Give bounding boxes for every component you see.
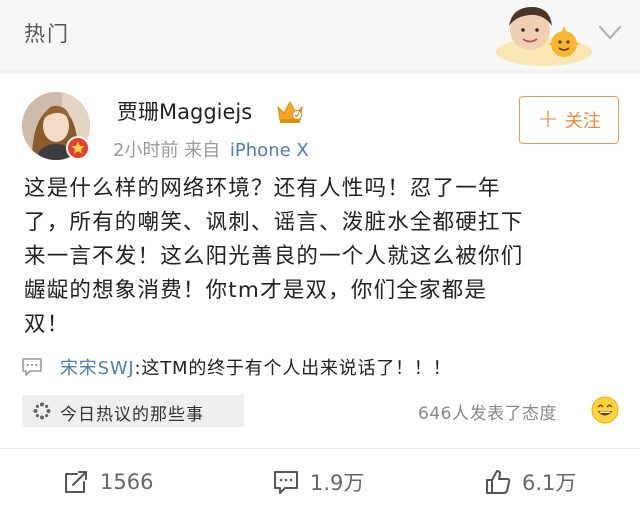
post-line: 龌龊的想象消费！你tm才是双，你们全家都是 (24, 278, 488, 303)
comment-text: 宋宋SWJ:这TM的终于有个人出来说话了！！！ (60, 354, 452, 380)
divider (0, 448, 640, 449)
grin-emoji-icon (591, 396, 619, 424)
repost-count: 1566 (100, 470, 154, 494)
post-meta: 2小时前 来自 iPhone X (113, 136, 309, 162)
author-name[interactable]: 贾珊Maggiejs (117, 96, 252, 126)
comment-user[interactable]: 宋宋SWJ (60, 358, 135, 379)
thumbs-up-icon (486, 470, 511, 494)
comment-bubble-icon (22, 358, 42, 376)
comment-icon (274, 471, 298, 494)
post-time: 2小时前 (113, 140, 179, 161)
comment-count: 1.9万 (310, 471, 365, 495)
comment-body: :这TM的终于有个人出来说话了！！！ (134, 358, 452, 379)
chevron-down-icon[interactable] (596, 22, 624, 44)
featured-comment[interactable]: 宋宋SWJ:这TM的终于有个人出来说话了！！！ (20, 352, 620, 382)
celebrity-banner[interactable] (492, 4, 592, 66)
follow-button[interactable]: + 关注 (519, 96, 619, 144)
follow-label: 关注 (564, 111, 601, 132)
topic-label: 今日热议的那些事 (60, 405, 204, 425)
post-line: 这是什么样的网络环境？还有人性吗！忍了一年 (24, 176, 501, 201)
comment-button[interactable]: 1.9万 (272, 466, 364, 498)
plus-icon: + (537, 104, 559, 134)
reaction-summary[interactable]: 646人发表了态度 (418, 399, 557, 424)
post-source[interactable]: iPhone X (230, 140, 309, 161)
post-line: 来一言不发！这么阳光善良的一个人就这么被你们 (24, 244, 524, 269)
top-bar: 热门 (0, 0, 640, 70)
repost-icon (65, 471, 87, 493)
star-icon (71, 141, 85, 154)
topic-tag[interactable]: 今日热议的那些事 (22, 395, 244, 427)
page-title: 热门 (24, 22, 70, 46)
post-line: 双！ (24, 312, 70, 337)
verified-badge (66, 136, 90, 160)
post-line: 了，所有的嘲笑、讽刺、谣言、泼脏水全都硬扛下 (24, 210, 524, 235)
spark-icon (33, 402, 51, 420)
source-prefix: 来自 (184, 140, 221, 161)
like-button[interactable]: 6.1万 (484, 466, 576, 498)
vip-crown-icon[interactable] (275, 98, 305, 124)
like-count: 6.1万 (522, 471, 577, 495)
repost-button[interactable]: 1566 (62, 466, 153, 498)
post-text[interactable]: 这是什么样的网络环境？还有人性吗！忍了一年 了，所有的嘲笑、讽刺、谣言、泼脏水全… (24, 172, 614, 342)
